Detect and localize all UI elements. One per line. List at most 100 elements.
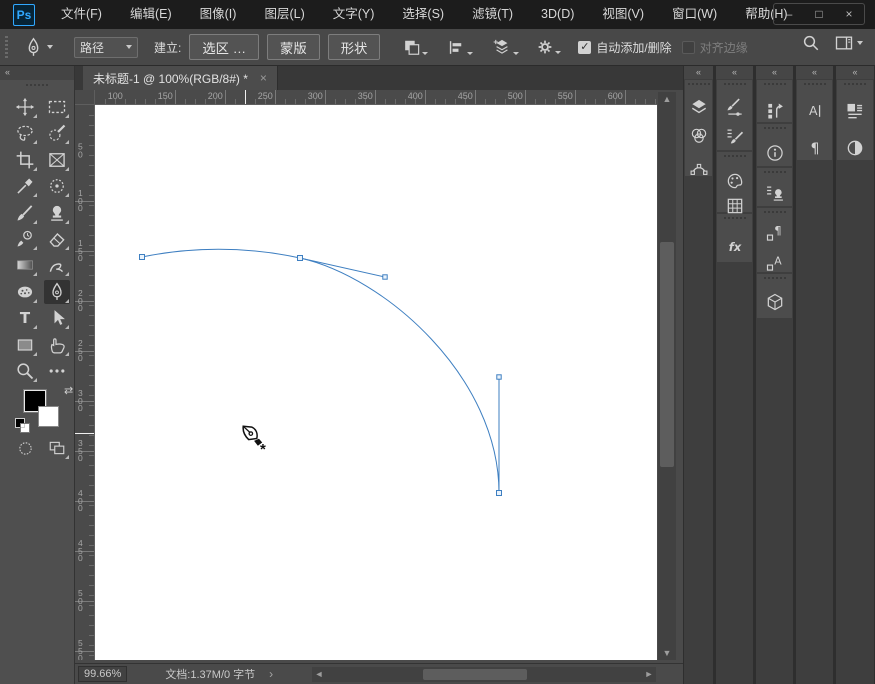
3d-panel-icon[interactable] xyxy=(765,292,785,312)
paths-panel-icon[interactable] xyxy=(689,159,709,179)
marquee-tool[interactable] xyxy=(44,95,70,119)
layers-panel-icon[interactable] xyxy=(689,97,709,117)
ruler-label: 100 xyxy=(107,91,123,101)
swatches-panel-icon[interactable] xyxy=(725,171,745,191)
make-selection-button[interactable]: 选区 … xyxy=(189,34,260,60)
scroll-right-icon[interactable]: ► xyxy=(642,667,656,682)
scroll-up-icon[interactable]: ▲ xyxy=(658,94,676,104)
close-button[interactable]: × xyxy=(834,4,864,24)
info-panel-icon[interactable] xyxy=(765,143,785,163)
menu-item-7[interactable]: 3D(D) xyxy=(527,0,588,29)
scroll-left-icon[interactable]: ◄ xyxy=(312,667,326,682)
more-tools[interactable] xyxy=(44,359,70,383)
menu-item-0[interactable]: 文件(F) xyxy=(47,0,116,29)
gradient-tool[interactable] xyxy=(12,253,38,277)
character-panel-icon[interactable] xyxy=(805,101,825,121)
expand-panels-icon[interactable]: « xyxy=(716,66,753,79)
menu-item-6[interactable]: 滤镜(T) xyxy=(458,0,527,29)
adjustments-panel-icon[interactable] xyxy=(845,138,865,158)
menu-item-8[interactable]: 视图(V) xyxy=(588,0,658,29)
tool-preset-button[interactable] xyxy=(23,37,53,58)
tools-panel-grip[interactable] xyxy=(26,84,50,86)
horizontal-ruler[interactable]: 100 150 200 250 300 350 400 450 500 550 600 xyxy=(95,90,657,105)
expand-panels-icon[interactable]: « xyxy=(756,66,793,79)
expand-panels-icon[interactable]: « xyxy=(836,66,874,79)
ruler-corner[interactable] xyxy=(75,90,95,105)
default-colors-icon[interactable] xyxy=(15,418,30,433)
horizontal-scrollbar[interactable]: ◄ ► xyxy=(312,667,656,682)
ruler-label: 4 0 0 xyxy=(78,487,83,513)
brushes-panel-icon[interactable] xyxy=(725,126,745,146)
clone-source-panel-icon[interactable] xyxy=(765,183,785,203)
sponge-tool[interactable] xyxy=(12,280,38,304)
menu-item-3[interactable]: 图层(L) xyxy=(250,0,318,29)
maximize-button[interactable]: □ xyxy=(804,4,834,24)
workspace-switcher-button[interactable] xyxy=(834,33,863,53)
zoom-tool[interactable] xyxy=(12,359,38,383)
hand-tool[interactable] xyxy=(44,333,70,357)
zoom-level-field[interactable]: 99.66% xyxy=(78,666,128,682)
search-icon[interactable] xyxy=(802,34,820,52)
status-expander-icon[interactable]: › xyxy=(269,667,273,681)
panel-group xyxy=(717,152,752,212)
path-arrangement-button[interactable] xyxy=(492,37,520,57)
clone-stamp-tool[interactable] xyxy=(44,201,70,225)
healing-brush-tool[interactable] xyxy=(44,174,70,198)
make-mask-button[interactable]: 蒙版 xyxy=(267,34,320,60)
screen-mode-button[interactable] xyxy=(44,436,70,460)
paragraph-styles-panel-icon[interactable] xyxy=(765,223,785,243)
brush-settings-panel-icon[interactable] xyxy=(725,97,745,117)
expand-panels-icon[interactable]: « xyxy=(796,66,833,79)
styles-fx-panel-icon[interactable] xyxy=(725,237,745,257)
tools-panel-header[interactable]: « xyxy=(0,66,74,80)
crop-tool[interactable] xyxy=(12,148,38,172)
brush-tool[interactable] xyxy=(12,201,38,225)
pen-tool[interactable] xyxy=(44,279,70,304)
menu-item-5[interactable]: 选择(S) xyxy=(388,0,458,29)
properties-panel-icon[interactable] xyxy=(845,101,865,121)
tool-mode-select[interactable]: 路径 xyxy=(74,36,138,58)
move-tool[interactable] xyxy=(12,95,38,119)
smudge-tool[interactable] xyxy=(44,253,70,277)
expand-panels-icon[interactable]: « xyxy=(684,66,713,79)
tab-close-icon[interactable]: × xyxy=(260,71,267,85)
options-grip[interactable] xyxy=(5,36,8,58)
channels-panel-icon[interactable] xyxy=(689,126,709,146)
horizontal-scroll-thumb[interactable] xyxy=(423,669,527,680)
menu-item-2[interactable]: 图像(I) xyxy=(186,0,251,29)
path-selection-tool[interactable] xyxy=(44,306,70,330)
minimize-button[interactable]: – xyxy=(774,4,804,24)
eraser-tool[interactable] xyxy=(44,227,70,251)
vertical-scroll-thumb[interactable] xyxy=(660,242,674,467)
make-shape-button[interactable]: 形状 xyxy=(327,34,381,60)
history-panel-icon[interactable] xyxy=(765,101,785,121)
quick-selection-tool[interactable] xyxy=(44,121,70,145)
background-color-swatch[interactable] xyxy=(38,406,59,427)
auto-add-delete-checkbox[interactable]: ✓ xyxy=(578,40,592,54)
character-styles-panel-icon[interactable] xyxy=(765,253,785,273)
rectangle-tool[interactable] xyxy=(12,333,38,357)
vertical-ruler[interactable]: 5 0 1 0 0 1 5 0 2 0 0 2 5 0 3 0 0 3 5 0 4 0 0 4 … xyxy=(75,105,95,660)
path-operations-button[interactable] xyxy=(402,38,429,57)
type-tool[interactable] xyxy=(12,306,38,330)
canvas[interactable]: * xyxy=(95,105,657,660)
menu-item-9[interactable]: 窗口(W) xyxy=(658,0,731,29)
menu-item-4[interactable]: 文字(Y) xyxy=(319,0,389,29)
menu-item-1[interactable]: 编辑(E) xyxy=(116,0,186,29)
align-edges-checkbox[interactable] xyxy=(681,40,695,54)
scroll-down-icon[interactable]: ▼ xyxy=(658,648,676,658)
eyedropper-tool[interactable] xyxy=(12,174,38,198)
slice-tool[interactable] xyxy=(44,148,70,172)
pen-options-gear-button[interactable] xyxy=(536,38,562,56)
history-brush-tool[interactable] xyxy=(12,227,38,251)
paragraph-panel-icon[interactable] xyxy=(805,138,825,158)
swap-colors-icon[interactable]: ⇄ xyxy=(64,384,73,397)
lasso-tool[interactable] xyxy=(12,121,38,145)
ruler-label: 600 xyxy=(607,91,623,101)
tool-mode-value: 路径 xyxy=(80,40,105,55)
document-tab[interactable]: 未标题-1 @ 100%(RGB/8#) * × xyxy=(83,66,278,90)
patterns-panel-icon[interactable] xyxy=(725,196,745,216)
vertical-scrollbar[interactable]: ▲ ▼ xyxy=(658,92,676,660)
path-alignment-button[interactable] xyxy=(447,38,474,57)
quick-mask-button[interactable] xyxy=(12,436,38,460)
